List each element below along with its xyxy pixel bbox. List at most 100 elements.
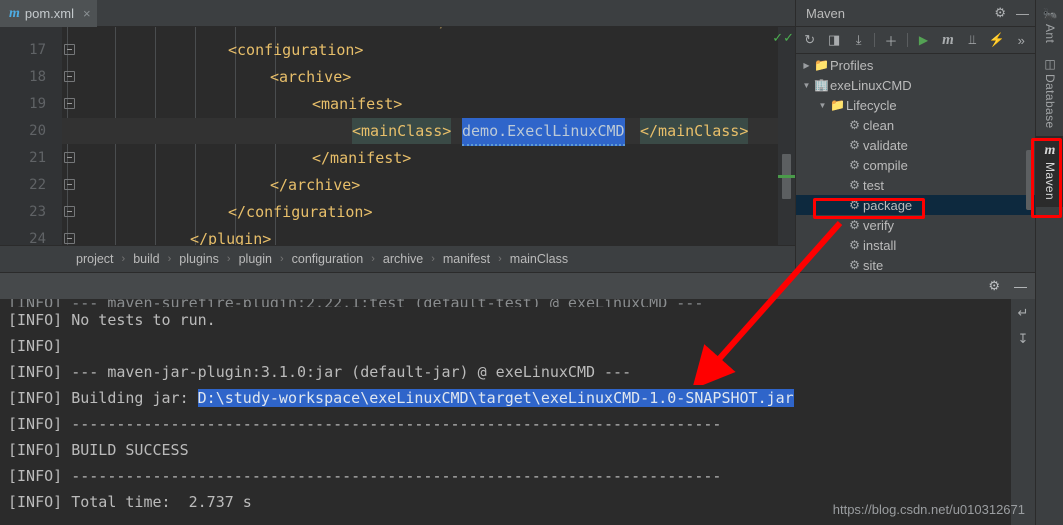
scroll-to-end-icon[interactable]: ↧ [1018, 331, 1029, 347]
console-line: [INFO] [8, 337, 63, 355]
run-icon[interactable]: ▶ [915, 31, 932, 49]
maven-project-icon: 🏢 [814, 78, 829, 92]
soft-wrap-icon[interactable]: ↵ [1018, 305, 1029, 321]
tree-node-label: test [863, 177, 884, 193]
breadcrumb-item-configuration[interactable]: configuration [290, 252, 366, 266]
side-tab-ant[interactable]: 🐜 Ant [1036, 0, 1063, 50]
breadcrumb-item-build[interactable]: build [131, 252, 161, 266]
chevron-right-icon: › [498, 253, 502, 265]
line-number: 22 [29, 177, 46, 193]
line-number: 21 [29, 150, 46, 166]
gear-icon[interactable]: ⚙ [988, 278, 1000, 294]
tree-node-label: clean [863, 117, 895, 133]
toolbar-divider [874, 33, 876, 47]
tree-node-label: compile [863, 157, 908, 173]
side-tab-database[interactable]: ◫ Database [1036, 50, 1063, 136]
fold-toggle-icon[interactable] [64, 44, 75, 55]
line-number: 16 [0, 27, 46, 35]
folder-sync-icon[interactable]: ◨ [825, 31, 842, 49]
tree-node-label: exeLinuxCMD [830, 77, 912, 93]
console-line: [INFO] --- maven-jar-plugin:3.1.0:jar (d… [8, 363, 632, 381]
tree-node-lifecycle[interactable]: ▼ 📁 Lifecycle [796, 95, 1036, 115]
code-line: 22 </archive> [0, 172, 795, 198]
more-icon[interactable]: » [1013, 31, 1030, 49]
editor-marker-strip[interactable]: ✓✓ [772, 27, 795, 245]
code-text: </configuration> [228, 203, 373, 221]
tree-node-compile[interactable]: ⚙ compile [796, 155, 1036, 175]
toolbar-divider [906, 33, 908, 47]
breadcrumb-item-plugin[interactable]: plugin [237, 252, 274, 266]
tree-node-site[interactable]: ⚙ site [796, 255, 1036, 273]
breadcrumb-item-project[interactable]: project [74, 252, 116, 266]
chevron-down-icon[interactable]: ▼ [816, 101, 829, 110]
chevron-right-icon: › [226, 253, 231, 265]
code-text: <configuration> [228, 41, 364, 59]
code-text: </manifest> [312, 149, 412, 167]
code-text: <manifest> [312, 95, 403, 113]
close-icon[interactable]: × [83, 6, 91, 21]
maven-goals-tree[interactable]: ▶ 📁 Profiles ▼ 🏢 exeLinuxCMD ▼ 📁 Lifecyc… [796, 55, 1036, 272]
maven-tree-scrollbar[interactable] [1026, 150, 1034, 210]
reload-icon[interactable]: ↻ [801, 31, 818, 49]
minimize-icon[interactable]: — [1014, 279, 1027, 294]
console-line-building-jar: [INFO] Building jar: D:\study-workspace\… [8, 385, 1010, 411]
code-line: 23 </configuration> [0, 199, 795, 225]
tree-node-verify[interactable]: ⚙ verify [796, 215, 1036, 235]
side-tab-maven[interactable]: m Maven [1036, 135, 1063, 207]
console-line-build-success: [INFO] BUILD SUCCESS [8, 441, 189, 459]
code-text: </archive> [270, 176, 361, 194]
toggle-skip-tests-icon[interactable]: ⫫ [964, 31, 981, 49]
chevron-right-icon: › [167, 253, 172, 265]
fold-toggle-icon[interactable] [64, 71, 75, 82]
inspection-ok-icon[interactable]: ✓✓ [772, 30, 794, 46]
jar-path-highlight[interactable]: D:\study-workspace\exeLinuxCMD\target\ex… [197, 389, 794, 407]
tree-node-install[interactable]: ⚙ install [796, 235, 1036, 255]
goal-gear-icon: ⚙ [849, 218, 860, 232]
tree-node-project[interactable]: ▼ 🏢 exeLinuxCMD [796, 75, 1036, 95]
breadcrumb-item-manifest[interactable]: manifest [441, 252, 492, 266]
editor-tab-pom-xml[interactable]: m pom.xml × [0, 0, 97, 27]
console-side-toolbar: ↵ ↧ [1010, 299, 1035, 525]
breadcrumb-item-mainclass[interactable]: mainClass [508, 252, 570, 266]
show-dependencies-icon[interactable]: ⚡ [988, 31, 1005, 49]
tree-node-label: verify [863, 217, 895, 233]
code-line: 18 <archive> [0, 64, 795, 90]
tree-node-test[interactable]: ⚙ test [796, 175, 1036, 195]
code-line: 24 </plugin> [0, 226, 795, 245]
add-icon[interactable]: ＋ [882, 31, 899, 49]
breadcrumb-item-plugins[interactable]: plugins [177, 252, 221, 266]
watermark-text: https://blog.csdn.net/u010312671 [832, 502, 1025, 517]
fold-toggle-icon[interactable] [64, 206, 75, 217]
minimize-icon[interactable]: — [1016, 6, 1029, 21]
code-line: 21 </manifest> [0, 145, 795, 171]
gear-icon[interactable]: ⚙ [994, 5, 1006, 21]
line-number: 23 [29, 204, 46, 220]
execute-goal-icon[interactable]: m [939, 31, 956, 49]
fold-toggle-icon[interactable] [64, 179, 75, 190]
side-tab-label: Database [1043, 74, 1057, 129]
maven-header: Maven ⚙ — [796, 0, 1035, 27]
tree-node-clean[interactable]: ⚙ clean [796, 115, 1036, 135]
code-text: <archive> [270, 68, 352, 86]
chevron-down-icon[interactable]: ▼ [800, 81, 813, 90]
fold-toggle-icon[interactable] [64, 98, 75, 109]
lifecycle-folder-icon: 📁 [830, 98, 845, 112]
tree-node-package[interactable]: ⚙ package [796, 195, 1036, 215]
tree-node-profiles[interactable]: ▶ 📁 Profiles [796, 55, 1036, 75]
console-line: [INFO] --- maven-surefire-plugin:2.22.1:… [8, 299, 1010, 307]
line-number: 24 [29, 231, 46, 245]
fold-toggle-icon[interactable] [64, 233, 75, 244]
tree-node-label: validate [863, 137, 908, 153]
chevron-right-icon: › [279, 253, 284, 265]
fold-toggle-icon[interactable] [64, 152, 75, 163]
maven-m-icon: m [1044, 142, 1056, 158]
run-panel-header: ⚙ — [0, 272, 1035, 299]
chevron-right-icon[interactable]: ▶ [800, 61, 813, 70]
tree-node-validate[interactable]: ⚙ validate [796, 135, 1036, 155]
run-console-output[interactable]: [INFO] --- maven-surefire-plugin:2.22.1:… [0, 299, 1010, 525]
mainclass-value[interactable]: demo.ExeclLinuxCMD [462, 118, 625, 146]
tree-node-label: install [863, 237, 897, 253]
code-editor[interactable]: 16 </version> 17 <configuration> 18 <arc… [0, 27, 795, 245]
download-sources-icon[interactable]: ⤓ [850, 31, 867, 49]
breadcrumb-item-archive[interactable]: archive [381, 252, 425, 266]
